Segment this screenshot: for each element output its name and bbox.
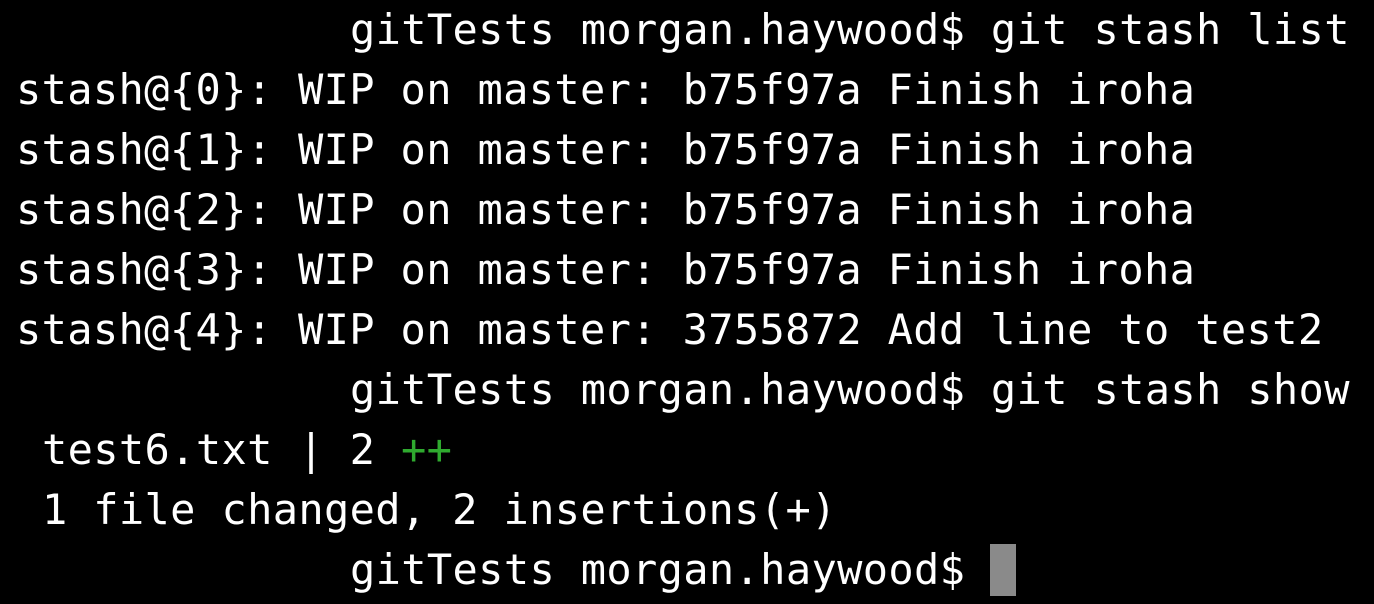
commit-message: Add line to test2 [887,305,1324,354]
stash-ref: stash@{2}: [16,185,273,234]
command-line-stash-show: gitTests morgan.haywood$ git stash show [350,360,1350,420]
command-line-active[interactable]: gitTests morgan.haywood$ [350,540,1017,600]
commit-hash: b75f97a [682,65,863,114]
commit-message: Finish iroha [887,125,1196,174]
stash-ref: stash@{4}: [16,305,273,354]
command-text: git stash list [990,5,1350,54]
stash-branch: WIP on master: [298,245,657,294]
commit-message: Finish iroha [887,185,1196,234]
stash-ref: stash@{0}: [16,65,273,114]
stash-ref: stash@{1}: [16,125,273,174]
stash-entry: stash@{1}: WIP on master: b75f97a Finish… [16,120,1195,180]
shell-prompt: gitTests morgan.haywood$ [350,545,966,594]
shell-prompt: gitTests morgan.haywood$ [350,365,966,414]
diffstat-file: test6.txt [42,425,273,474]
command-text: git stash show [990,365,1350,414]
commit-hash: b75f97a [682,185,863,234]
stash-entry: stash@{0}: WIP on master: b75f97a Finish… [16,60,1195,120]
stash-entry: stash@{3}: WIP on master: b75f97a Finish… [16,240,1195,300]
text-cursor [990,543,1017,596]
commit-hash: 3755872 [682,305,863,354]
diffstat-summary: 1 file changed, 2 insertions(+) [42,485,837,534]
stash-branch: WIP on master: [298,185,657,234]
commit-hash: b75f97a [682,245,863,294]
stash-branch: WIP on master: [298,305,657,354]
terminal-window[interactable]: gitTests morgan.haywood$ git stash list … [0,0,1374,604]
stash-ref: stash@{3}: [16,245,273,294]
stash-entry: stash@{4}: WIP on master: 3755872 Add li… [16,300,1323,360]
shell-prompt: gitTests morgan.haywood$ [350,5,966,54]
stash-entry: stash@{2}: WIP on master: b75f97a Finish… [16,180,1195,240]
stash-branch: WIP on master: [298,125,657,174]
commit-hash: b75f97a [682,125,863,174]
diffstat-line: test6.txt | 2 ++ [42,420,452,480]
command-line-stash-list: gitTests morgan.haywood$ git stash list [350,0,1350,60]
diffstat-insertions: ++ [400,425,453,474]
diffstat-separator: | [298,425,325,474]
commit-message: Finish iroha [887,65,1196,114]
commit-message: Finish iroha [887,245,1196,294]
stash-branch: WIP on master: [298,65,657,114]
diffstat-count: 2 [349,425,376,474]
